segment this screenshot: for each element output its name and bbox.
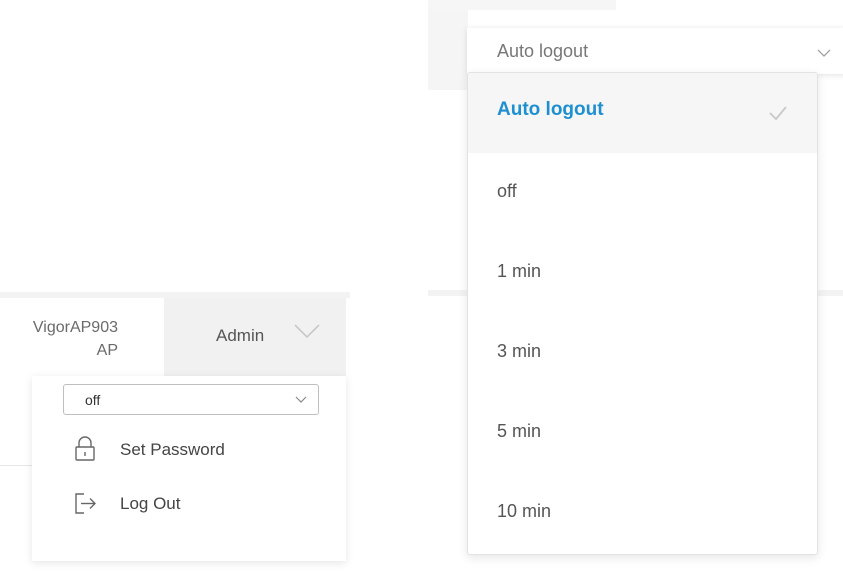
log-out-label: Log Out (120, 494, 181, 513)
divider-line (0, 465, 32, 466)
chevron-down-icon (817, 49, 831, 57)
log-out-menu-item[interactable]: Log Out (72, 486, 322, 522)
option-label: Auto logout (497, 99, 604, 120)
lock-icon (75, 436, 95, 461)
option-3-min[interactable]: 3 min (468, 313, 817, 393)
background-panel (428, 10, 468, 90)
device-name-model: VigorAP903 (32, 319, 118, 336)
option-auto-logout[interactable]: Auto logout (468, 73, 817, 153)
background-divider (818, 290, 843, 296)
set-password-label: Set Password (120, 440, 225, 459)
option-label: 3 min (497, 341, 542, 361)
admin-dropdown-menu: off Set Password Log Out (32, 376, 346, 561)
auto-logout-select[interactable]: off (63, 384, 319, 415)
auto-logout-value: off (85, 392, 101, 408)
option-off[interactable]: off (468, 153, 817, 233)
option-label: 10 min (497, 501, 552, 521)
option-label: 5 min (497, 421, 542, 441)
device-name-type: AP (96, 342, 118, 359)
auto-logout-current-value: Auto logout (497, 41, 589, 61)
chevron-down-icon (294, 324, 320, 339)
option-5-min[interactable]: 5 min (468, 393, 817, 473)
auto-logout-dropdown-trigger[interactable]: Auto logout (467, 28, 843, 74)
background-panel (428, 0, 616, 10)
option-10-min[interactable]: 10 min (468, 473, 817, 553)
chevron-down-icon (295, 396, 307, 403)
logout-icon (75, 493, 96, 514)
auto-logout-options-list: Auto logout off 1 min 3 min 5 min 10 min (467, 72, 818, 555)
admin-label: Admin (216, 326, 265, 345)
background-divider (428, 290, 468, 296)
admin-menu-button[interactable]: Admin (164, 298, 346, 376)
checkmark-icon (769, 106, 787, 121)
set-password-menu-item[interactable]: Set Password (72, 432, 322, 468)
option-label: off (497, 181, 517, 201)
device-name: VigorAP903 AP (0, 316, 118, 362)
option-label: 1 min (497, 261, 542, 281)
option-1-min[interactable]: 1 min (468, 233, 817, 313)
